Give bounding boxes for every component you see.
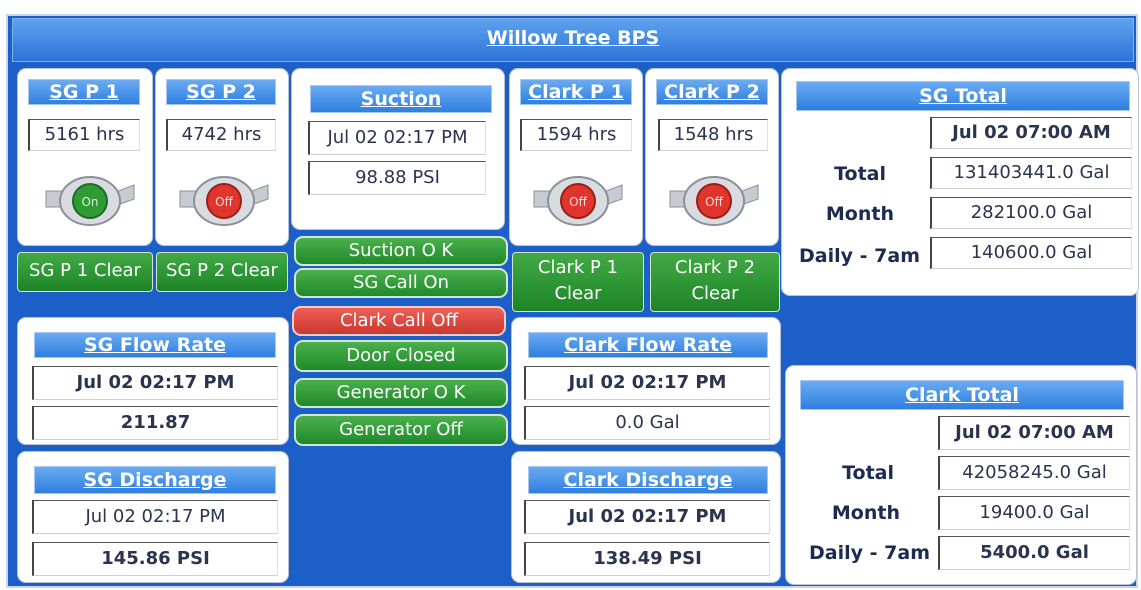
clark-discharge-panel: Clark Discharge Jul 02 02:17 PM 138.49 P… [512,452,780,582]
pump-icon[interactable]: Off [526,163,626,233]
pump-title: SG P 2 [166,79,276,105]
sg-discharge-panel: SG Discharge Jul 02 02:17 PM 145.86 PSI [18,452,288,582]
sgp1-alarm-status[interactable]: SG P 1 Clear [17,252,153,292]
clark-total-value: 42058245.0 Gal [938,456,1130,490]
pump-panel-clarkp2: Clark P 2 1548 hrs Off [646,69,778,245]
clark-flow-value: 0.0 Gal [524,406,770,440]
suction-timestamp: Jul 02 02:17 PM [308,121,486,155]
clarkp2-alarm-status[interactable]: Clark P 2 Clear [650,252,780,312]
clarkp1-alarm-status[interactable]: Clark P 1 Clear [512,252,644,312]
clark-total-timestamp: Jul 02 07:00 AM [938,416,1130,450]
clark-flow-timestamp: Jul 02 02:17 PM [524,366,770,400]
sgp2-alarm-status[interactable]: SG P 2 Clear [156,252,288,292]
clark-month-value: 19400.0 Gal [938,496,1130,530]
pump-title: Clark P 2 [656,79,768,105]
run-hours-field: 5161 hrs [28,119,140,151]
pump-icon[interactable]: Off [662,163,762,233]
pump-panel-clarkp1: Clark P 1 1594 hrs Off [510,69,642,245]
sg-month-value: 282100.0 Gal [930,197,1132,229]
generator-ok-indicator[interactable]: Generator O K [294,378,508,408]
run-hours-field: 1594 hrs [520,119,632,151]
header-bar: Willow Tree BPS [12,18,1134,62]
pump-state-label: Off [215,195,233,209]
run-hours-field: 1548 hrs [658,119,768,151]
clark-total-title: Clark Total [800,380,1124,410]
sg-total-timestamp: Jul 02 07:00 AM [930,117,1132,149]
clark-total-panel: Clark Total Jul 02 07:00 AM Total 420582… [786,366,1136,584]
clark-discharge-value: 138.49 PSI [524,542,770,576]
month-label: Month [825,203,894,225]
alarm-line: Clear [691,283,739,304]
clark-flow-panel: Clark Flow Rate Jul 02 02:17 PM 0.0 Gal [512,318,780,444]
pump-icon[interactable]: On [38,163,138,233]
pump-state-label: Off [569,195,587,209]
sg-daily-value: 140600.0 Gal [930,237,1132,269]
pump-state-label: Off [705,195,723,209]
pump-icon[interactable]: Off [172,163,272,233]
sg-flow-value: 211.87 [32,406,278,440]
sg-flow-title: SG Flow Rate [34,332,276,358]
sg-total-value: 131403441.0 Gal [930,157,1132,189]
clark-daily-value: 5400.0 Gal [938,536,1130,570]
alarm-line: Clark P 2 [674,257,756,278]
pump-panel-sgp2: SG P 2 4742 hrs Off [156,69,288,245]
station-title: Willow Tree BPS [486,27,660,49]
suction-panel: Suction Jul 02 02:17 PM 98.88 PSI [292,69,504,229]
total-label: Total [842,462,894,484]
suction-ok-indicator[interactable]: Suction O K [294,236,508,266]
pump-title: SG P 1 [28,79,140,105]
sg-call-indicator[interactable]: SG Call On [294,268,508,298]
sg-flow-panel: SG Flow Rate Jul 02 02:17 PM 211.87 [18,318,288,444]
daily-label: Daily - 7am [799,245,920,267]
door-indicator[interactable]: Door Closed [294,340,508,372]
clark-call-indicator[interactable]: Clark Call Off [292,306,506,336]
pump-title: Clark P 1 [520,79,632,105]
clark-discharge-title: Clark Discharge [528,466,768,494]
daily-label: Daily - 7am [809,542,930,564]
alarm-line: Clark P 1 [537,257,619,278]
pump-panel-sgp1: SG P 1 5161 hrs On [18,69,152,245]
run-hours-field: 4742 hrs [166,119,276,151]
pump-state-label: On [81,195,98,209]
month-label: Month [831,502,900,524]
alarm-line: Clear [554,283,602,304]
clark-discharge-timestamp: Jul 02 02:17 PM [524,500,770,534]
sg-discharge-title: SG Discharge [34,466,276,494]
sg-discharge-value: 145.86 PSI [32,542,278,576]
sg-flow-timestamp: Jul 02 02:17 PM [32,366,278,400]
sg-total-panel: SG Total Jul 02 07:00 AM Total 131403441… [782,69,1138,295]
sg-total-title: SG Total [796,81,1130,111]
sg-discharge-timestamp: Jul 02 02:17 PM [32,500,278,534]
total-label: Total [834,163,886,185]
generator-state-indicator[interactable]: Generator Off [294,414,508,446]
suction-pressure: 98.88 PSI [308,161,486,195]
clark-flow-title: Clark Flow Rate [528,332,768,358]
suction-title: Suction [310,85,492,113]
